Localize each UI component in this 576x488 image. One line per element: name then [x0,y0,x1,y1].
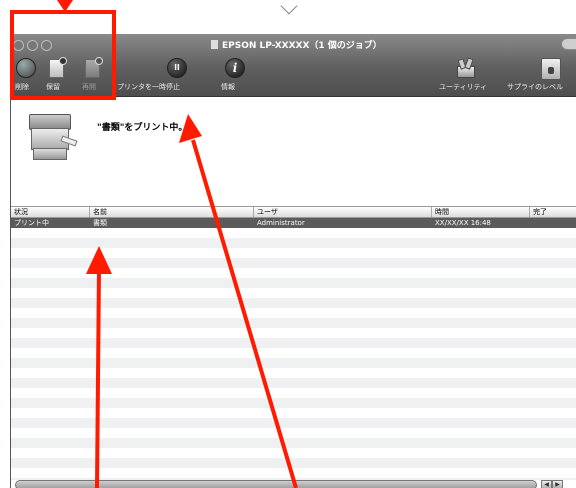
arrow-to-pause-head [179,114,202,143]
arrow-to-pause-line [191,139,298,488]
annotation-arrows [86,114,298,488]
arrow-to-job-name-head [86,246,112,274]
arrow-to-job-name-line [95,267,101,488]
